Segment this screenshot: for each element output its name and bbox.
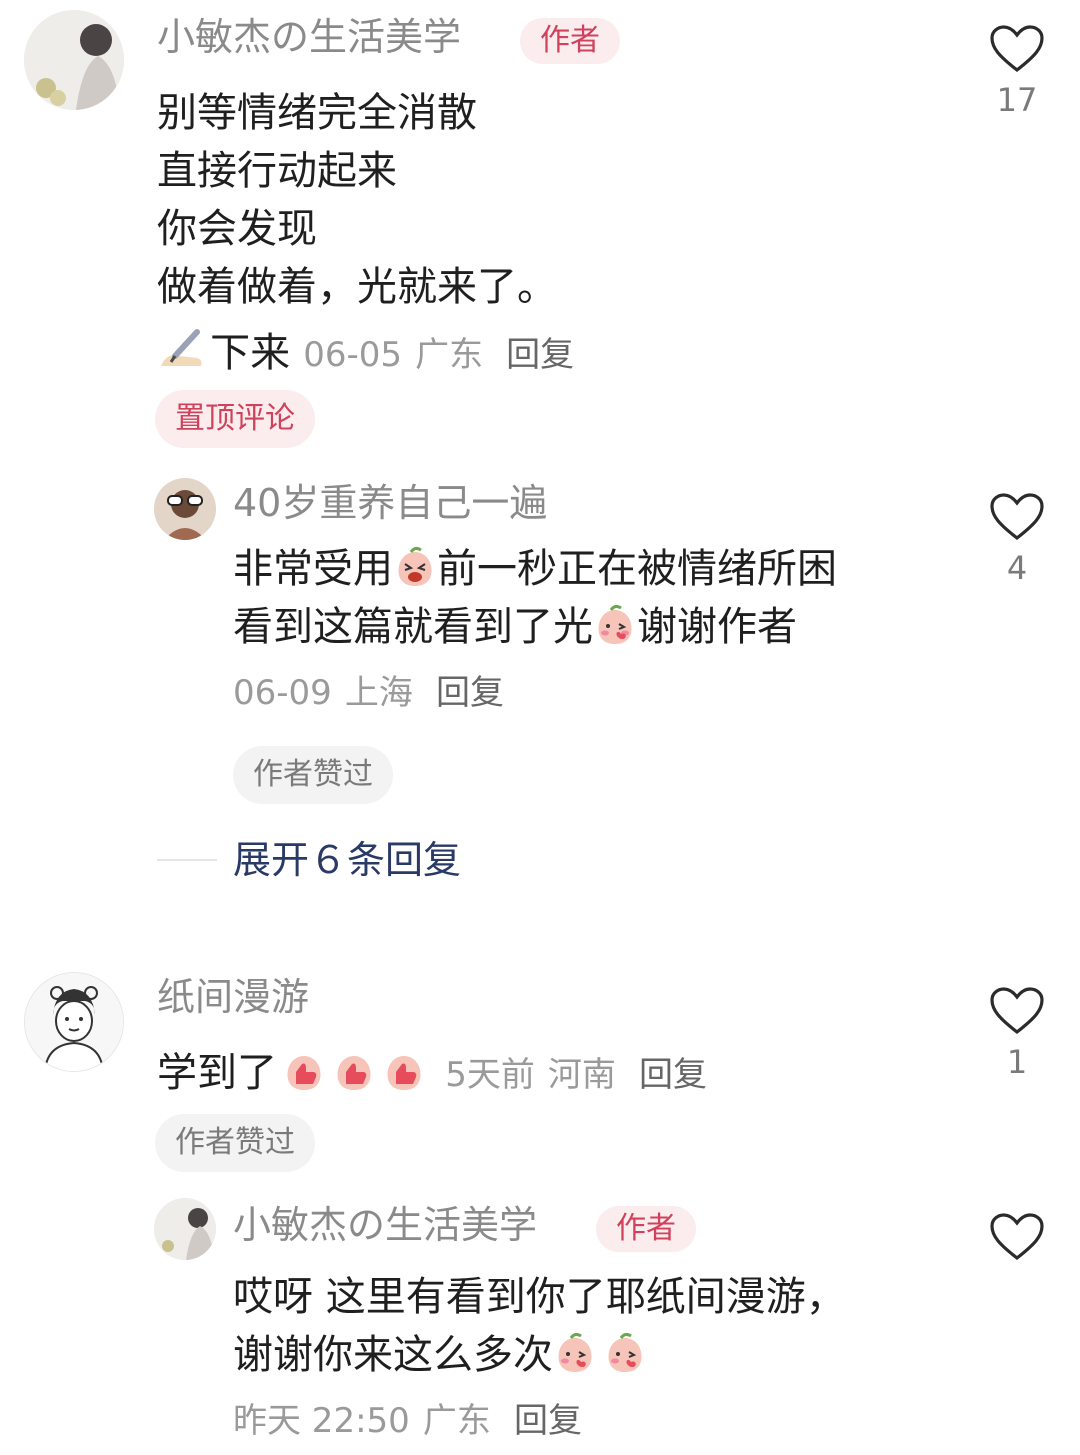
like-button[interactable]: 4: [982, 492, 1052, 584]
comment-sign: 下来: [210, 330, 291, 376]
reply-text-line: 非常受用 前一秒正在被情绪所困: [233, 540, 837, 598]
like-count: 1: [1006, 1043, 1028, 1081]
comment-date: 06-05: [303, 335, 402, 375]
reply-date: 昨天 22:50: [233, 1401, 410, 1441]
like-count: 4: [1006, 549, 1028, 587]
reply-text: 非常受用: [233, 546, 393, 592]
laughing-peach-icon: [393, 546, 437, 590]
reply-text: 谢谢作者: [637, 604, 797, 650]
avatar-image: [154, 1198, 216, 1260]
comment-text: 学到了: [157, 1050, 277, 1096]
comment-text-line: 直接行动起来: [157, 148, 397, 194]
reply-text-line: 看到这篇就看到了光 谢谢作者: [233, 598, 797, 656]
reply-author[interactable]: 小敏杰の生活美学: [233, 1206, 537, 1244]
reply-button[interactable]: 回复: [506, 335, 574, 375]
like-count: 17: [996, 81, 1038, 119]
like-button[interactable]: [982, 1212, 1052, 1262]
reply-location: 广东: [422, 1401, 491, 1441]
avatar-image: [154, 478, 216, 540]
comment-text-line: 你会发现: [157, 206, 317, 252]
avatar-image: [24, 10, 124, 110]
blushing-peach-icon: [553, 1332, 597, 1376]
reply-button[interactable]: 回复: [436, 673, 504, 713]
avatar-image: [25, 973, 123, 1071]
blushing-peach-icon: [593, 604, 637, 648]
expand-replies-divider: [157, 859, 217, 861]
avatar[interactable]: [154, 478, 216, 540]
reply-text-line: 谢谢你来这么多次: [233, 1326, 647, 1384]
comment-author[interactable]: 小敏杰の生活美学: [157, 18, 461, 56]
reply-location: 上海: [344, 673, 413, 713]
reply-button[interactable]: 回复: [514, 1401, 582, 1441]
comment-text-line: 学到了 5天前 河南 回复: [157, 1044, 707, 1102]
comment-text-line: 做着做着，光就来了。: [157, 264, 557, 310]
comment-date: 5天前: [445, 1055, 535, 1095]
comment-location: 河南: [547, 1055, 616, 1095]
author-badge: 作者: [520, 18, 620, 64]
reply-author[interactable]: 40岁重养自己一遍: [233, 484, 547, 522]
author-badge: 作者: [596, 1206, 696, 1252]
thumbs-up-peach-icon: [282, 1050, 326, 1094]
comment-meta: 下来 06-05 广东 回复: [157, 324, 574, 382]
avatar[interactable]: [24, 972, 124, 1072]
reply-date: 06-09: [233, 673, 332, 713]
reply-text: 谢谢你来这么多次: [233, 1332, 553, 1378]
thumbs-up-peach-icon: [382, 1050, 426, 1094]
author-liked-tag: 作者赞过: [155, 1114, 315, 1172]
author-liked-tag: 作者赞过: [233, 746, 393, 804]
like-button[interactable]: 17: [982, 24, 1052, 116]
heart-icon: [990, 1213, 1044, 1261]
reply-text-line: 哎呀 这里有看到你了耶纸间漫游，: [233, 1274, 846, 1320]
comment-text-line: 别等情绪完全消散: [157, 90, 477, 136]
reply-button[interactable]: 回复: [639, 1055, 707, 1095]
heart-icon: [990, 25, 1044, 73]
comment-author[interactable]: 纸间漫游: [157, 978, 309, 1016]
like-button[interactable]: 1: [982, 986, 1052, 1078]
heart-icon: [990, 987, 1044, 1035]
blushing-peach-icon: [603, 1332, 647, 1376]
reply-text: 看到这篇就看到了光: [233, 604, 593, 650]
heart-icon: [990, 493, 1044, 541]
expand-replies-button[interactable]: 展开６条回复: [233, 841, 461, 879]
writing-hand-icon: [157, 326, 205, 376]
reply-text: 前一秒正在被情绪所困: [437, 546, 837, 592]
thumbs-up-peach-icon: [332, 1050, 376, 1094]
comment-location: 广东: [415, 335, 484, 375]
pinned-comment-tag: 置顶评论: [155, 390, 315, 448]
avatar[interactable]: [154, 1198, 216, 1260]
reply-meta: 昨天 22:50 广东 回复: [233, 1404, 582, 1438]
reply-meta: 06-09 上海 回复: [233, 676, 504, 710]
avatar[interactable]: [24, 10, 124, 110]
